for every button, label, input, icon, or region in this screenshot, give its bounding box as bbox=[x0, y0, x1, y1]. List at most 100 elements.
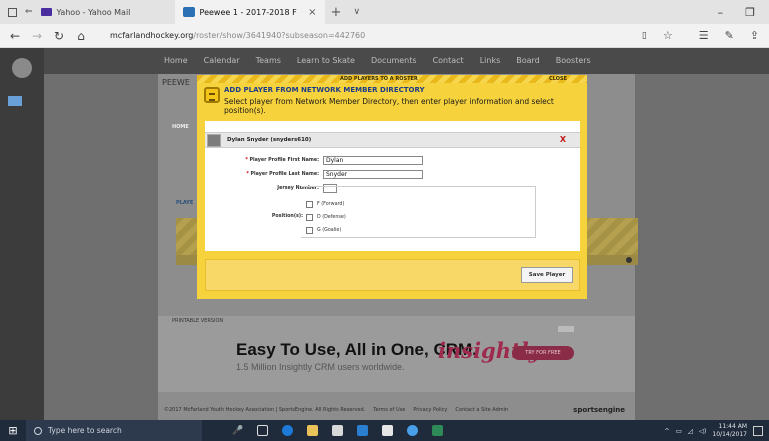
org-logo-icon bbox=[12, 58, 32, 78]
last-name-input[interactable] bbox=[323, 170, 423, 179]
position-forward-checkbox[interactable]: F (Forward) bbox=[306, 201, 344, 208]
nav-boosters[interactable]: Boosters bbox=[556, 56, 593, 65]
url-host: mcfarlandhockey.org bbox=[110, 31, 194, 40]
clock[interactable]: 11:44 AM 10/14/2017 bbox=[712, 423, 747, 439]
player-form: Dylan Snyder (snyders610) X * Player Pro… bbox=[205, 121, 580, 251]
last-name-label: * Player Profile Last Name: bbox=[246, 172, 319, 177]
nav-board[interactable]: Board bbox=[516, 56, 542, 65]
tab-peewee[interactable]: Peewee 1 - 2017-2018 F × bbox=[174, 0, 325, 24]
tab-preview-icon[interactable] bbox=[8, 7, 17, 17]
nav-documents[interactable]: Documents bbox=[371, 56, 419, 65]
advertisement[interactable]: PRINTABLE VERSION Easy To Use, All in On… bbox=[158, 316, 635, 392]
forward-arrow-icon[interactable]: → bbox=[26, 29, 48, 43]
ad-cta-button[interactable]: TRY FOR FREE bbox=[512, 346, 574, 360]
position-goalie-checkbox[interactable]: G (Goalie) bbox=[306, 227, 341, 234]
roster-book-icon bbox=[204, 87, 220, 103]
position-goalie-label: G (Goalie) bbox=[317, 228, 342, 233]
photos-icon[interactable] bbox=[407, 425, 419, 436]
footer-copyright: ©2017 McFarland Youth Hockey Association… bbox=[164, 407, 366, 413]
action-center-icon[interactable] bbox=[753, 425, 763, 436]
favorites-hub-icon[interactable]: ☰ bbox=[699, 29, 709, 42]
task-view-icon[interactable] bbox=[257, 425, 269, 436]
modal-close-button[interactable]: CLOSE bbox=[549, 76, 567, 82]
nav-calendar[interactable]: Calendar bbox=[204, 56, 242, 65]
maximize-icon[interactable]: ❐ bbox=[745, 6, 755, 19]
tab-yahoo-mail[interactable]: Yahoo - Yahoo Mail bbox=[33, 0, 175, 24]
file-explorer-icon[interactable] bbox=[307, 425, 319, 436]
nav-contact[interactable]: Contact bbox=[433, 56, 466, 65]
search-placeholder: Type here to search bbox=[48, 426, 122, 435]
team-title: PEEWE bbox=[162, 78, 190, 87]
modal-title-bar: ADD PLAYERS TO A ROSTER CLOSE bbox=[197, 75, 587, 83]
back-arrow-icon[interactable]: ← bbox=[4, 29, 26, 43]
position-forward-label: F (Forward) bbox=[317, 202, 345, 207]
tab-title: Peewee 1 - 2017-2018 F bbox=[199, 7, 297, 17]
store-icon[interactable] bbox=[332, 425, 344, 436]
checkbox-icon[interactable] bbox=[306, 201, 313, 208]
microphone-icon[interactable]: 🎤 bbox=[232, 426, 243, 436]
position-defense-checkbox[interactable]: D (Defense) bbox=[306, 214, 346, 221]
adchoices-icon[interactable] bbox=[558, 326, 574, 332]
favorite-star-icon[interactable]: ☆ bbox=[663, 29, 673, 42]
save-player-button[interactable]: Save Player bbox=[521, 267, 573, 283]
mail-app-icon[interactable] bbox=[382, 425, 394, 436]
tab-home[interactable]: HOME bbox=[172, 124, 189, 130]
footer-contact-link[interactable]: Contact a Site Admin bbox=[455, 407, 508, 413]
sidebar-badge-icon bbox=[8, 96, 22, 106]
back-tabs-icon[interactable]: ⇐ bbox=[25, 7, 33, 17]
reading-view-icon[interactable]: ▯ bbox=[642, 31, 647, 41]
share-icon[interactable]: ⇪ bbox=[750, 29, 759, 42]
settings-dot-icon[interactable] bbox=[626, 257, 632, 263]
clock-time: 11:44 AM bbox=[718, 422, 747, 430]
ad-subline: 1.5 Million Insightly CRM users worldwid… bbox=[236, 362, 405, 372]
footer-terms-link[interactable]: Terms of Use bbox=[373, 407, 405, 413]
footer-privacy-link[interactable]: Privacy Policy bbox=[413, 407, 447, 413]
url-field[interactable]: mcfarlandhockey.org /roster/show/3641940… bbox=[110, 31, 365, 40]
sportsengine-sidebar bbox=[0, 48, 44, 420]
nav-links[interactable]: Links bbox=[480, 56, 503, 65]
checkbox-icon[interactable] bbox=[306, 214, 313, 221]
taskbar-search-box[interactable]: Type here to search bbox=[26, 420, 202, 441]
windows-taskbar: ⊞ Type here to search 🎤 ^ ▭ ◿ ◁) 11:44 A… bbox=[0, 420, 769, 441]
nav-teams[interactable]: Teams bbox=[256, 56, 283, 65]
nav-learn-to-skate[interactable]: Learn to Skate bbox=[297, 56, 357, 65]
remove-member-button[interactable]: X bbox=[560, 135, 566, 144]
mail-icon bbox=[40, 8, 52, 16]
windows-start-icon[interactable]: ⊞ bbox=[0, 424, 26, 437]
position-defense-label: D (Defense) bbox=[317, 215, 346, 220]
new-tab-button[interactable]: + bbox=[325, 5, 348, 20]
pen-notes-icon[interactable]: ✎ bbox=[725, 29, 734, 42]
first-name-input[interactable] bbox=[323, 156, 423, 165]
close-tab-icon[interactable]: × bbox=[308, 7, 316, 18]
page-footer: ©2017 McFarland Youth Hockey Association… bbox=[158, 400, 635, 420]
window-controls: – ❐ bbox=[718, 6, 755, 19]
excel-icon[interactable] bbox=[432, 425, 444, 436]
tab-players[interactable]: PLAYE bbox=[176, 200, 193, 206]
minimize-icon[interactable]: – bbox=[718, 6, 724, 19]
tab-list-chevron-icon[interactable]: ∨ bbox=[347, 7, 366, 17]
cortana-icon bbox=[34, 426, 42, 435]
member-name: Dylan Snyder (snyders610) bbox=[227, 137, 312, 143]
url-path: /roster/show/3641940?subseason=442760 bbox=[193, 31, 366, 40]
volume-icon[interactable]: ◁) bbox=[699, 427, 707, 435]
modal-instructions: Select player from Network Member Direct… bbox=[224, 97, 554, 115]
tab-title: Yahoo - Yahoo Mail bbox=[56, 7, 131, 17]
nav-home[interactable]: Home bbox=[164, 56, 190, 65]
sportsengine-logo: sportsengine bbox=[573, 406, 625, 414]
last-name-row: * Player Profile Last Name: bbox=[205, 170, 423, 179]
media-player-icon[interactable] bbox=[357, 425, 369, 436]
edge-icon[interactable] bbox=[282, 425, 294, 436]
show-hidden-icon[interactable]: ^ bbox=[664, 427, 669, 435]
printable-version-link[interactable]: PRINTABLE VERSION bbox=[172, 318, 223, 324]
taskbar-apps: 🎤 bbox=[232, 425, 444, 436]
sportsengine-icon bbox=[182, 7, 195, 17]
network-icon[interactable]: ▭ bbox=[676, 427, 682, 435]
refresh-icon[interactable]: ↻ bbox=[48, 29, 70, 43]
first-name-label: * Player Profile First Name: bbox=[245, 158, 319, 163]
selected-member-bar: Dylan Snyder (snyders610) X bbox=[205, 132, 580, 148]
site-navigation: Home Calendar Teams Learn to Skate Docum… bbox=[44, 48, 769, 74]
wifi-icon[interactable]: ◿ bbox=[688, 427, 693, 435]
home-icon[interactable]: ⌂ bbox=[70, 29, 92, 43]
modal-title: ADD PLAYERS TO A ROSTER bbox=[340, 76, 418, 82]
checkbox-icon[interactable] bbox=[306, 227, 313, 234]
